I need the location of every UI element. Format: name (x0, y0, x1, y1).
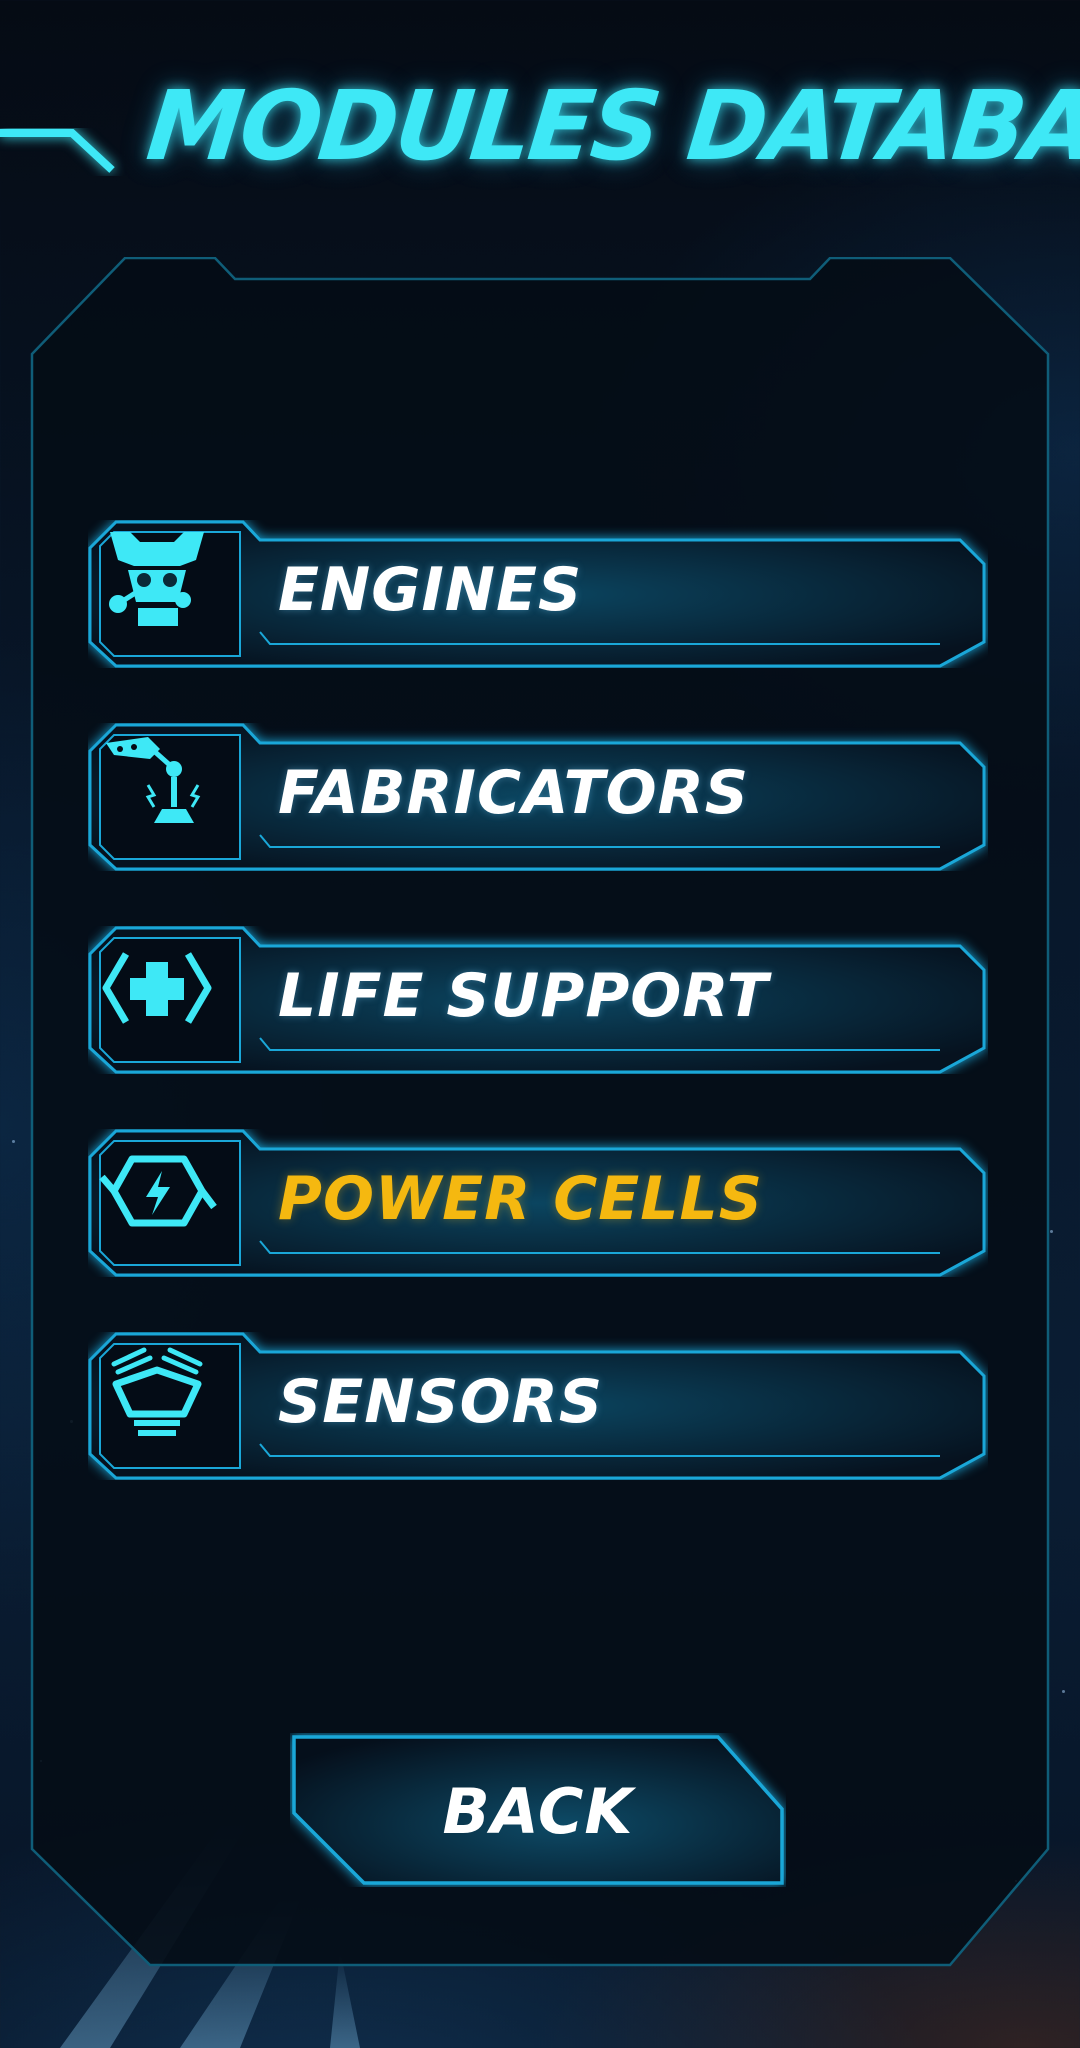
main-panel (30, 257, 1050, 1967)
back-button-label: BACK (442, 1775, 634, 1848)
engine-icon (109, 532, 204, 626)
menu-item-label: POWER CELLS (278, 1164, 763, 1234)
menu-item-label: FABRICATORS (278, 758, 750, 828)
menu-item-fabricators[interactable]: FABRICATORS (88, 723, 988, 871)
medical-cross-icon (102, 952, 212, 1024)
menu-item-life-support[interactable]: LIFE SUPPORT (88, 926, 988, 1074)
lightning-battery-icon (99, 1155, 217, 1227)
menu-item-label: ENGINES (278, 555, 583, 625)
back-button[interactable]: BACK (290, 1733, 786, 1887)
robotic-arm-icon (106, 737, 201, 823)
menu-item-label: SENSORS (278, 1367, 604, 1437)
menu-item-engines[interactable]: ENGINES (88, 520, 988, 668)
page-title: MODULES DATABASE (142, 70, 1080, 182)
menu-item-label: LIFE SUPPORT (278, 961, 769, 1031)
title-accent-line (0, 129, 115, 173)
sensor-array-icon (111, 1347, 203, 1436)
menu-item-sensors[interactable]: SENSORS (88, 1332, 988, 1480)
menu-item-power-cells[interactable]: POWER CELLS (88, 1129, 988, 1277)
